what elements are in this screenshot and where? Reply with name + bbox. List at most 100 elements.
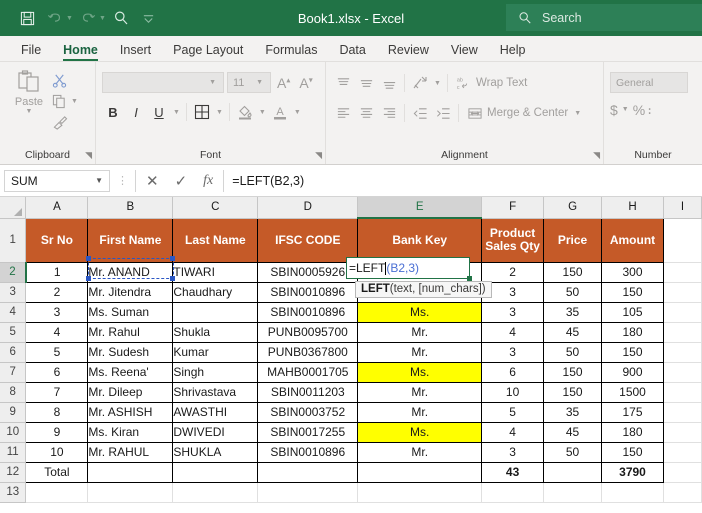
cell-e9[interactable]: Mr. <box>357 402 483 423</box>
tab-review[interactable]: Review <box>377 41 440 61</box>
align-center-button[interactable] <box>355 102 377 124</box>
tab-insert[interactable]: Insert <box>109 41 162 61</box>
header-cell-ifsc-code[interactable]: IFSC CODE <box>257 218 359 263</box>
header-cell-bank-key[interactable]: Bank Key <box>357 218 483 263</box>
cell-f12-total-qty[interactable]: 43 <box>481 462 545 483</box>
cell-e13[interactable] <box>357 482 483 503</box>
font-dialog-launcher-icon[interactable]: ◥ <box>315 150 322 161</box>
cell-b10[interactable]: Ms. Kiran <box>87 422 174 443</box>
enter-formula-button[interactable]: ✓ <box>175 172 188 190</box>
row-header-11[interactable]: 11 <box>0 442 27 463</box>
cell-b4[interactable]: Ms. Suman <box>87 302 174 323</box>
cell-a5[interactable]: 4 <box>25 322 89 343</box>
cell-g11[interactable]: 50 <box>543 442 603 463</box>
bold-button[interactable]: B <box>102 101 124 123</box>
align-top-button[interactable] <box>332 72 354 94</box>
cell-b8[interactable]: Mr. Dileep <box>87 382 174 403</box>
cell-b2[interactable]: Mr. ANAND <box>87 262 174 283</box>
cell-f8[interactable]: 10 <box>481 382 545 403</box>
cell-i9[interactable] <box>663 402 702 423</box>
cell-d13[interactable] <box>257 482 359 503</box>
cell-e5[interactable]: Mr. <box>357 322 483 343</box>
copy-dropdown-icon[interactable]: ▼ <box>69 98 80 105</box>
cell-d11[interactable]: SBIN0010896 <box>257 442 359 463</box>
currency-dropdown-icon[interactable]: ▼ <box>620 106 631 113</box>
row-header-7[interactable]: 7 <box>0 362 27 383</box>
row-header-5[interactable]: 5 <box>0 322 27 343</box>
paste-dropdown-icon[interactable]: ▼ <box>24 108 35 115</box>
cell-b6[interactable]: Mr. Sudesh <box>87 342 174 363</box>
reference-handle-bottom-right[interactable] <box>170 276 175 281</box>
orientation-button[interactable] <box>409 72 431 94</box>
cell-b9[interactable]: Mr. ASHISH <box>87 402 174 423</box>
fill-color-button[interactable] <box>234 101 256 123</box>
cell-e6[interactable]: Mr. <box>357 342 483 363</box>
column-header-f[interactable]: F <box>481 197 545 219</box>
format-painter-button[interactable] <box>52 112 80 132</box>
header-cell-sr-no[interactable]: Sr No <box>25 218 89 263</box>
cell-h9[interactable]: 175 <box>601 402 664 423</box>
cell-g8[interactable]: 150 <box>543 382 603 403</box>
cell-g12[interactable] <box>543 462 603 483</box>
align-left-button[interactable] <box>332 102 354 124</box>
active-cell-editor[interactable]: =LEFT (B2,3) <box>346 257 470 279</box>
cell-d6[interactable]: PUNB0367800 <box>257 342 359 363</box>
cell-h13[interactable] <box>601 482 664 503</box>
cell-c9[interactable]: AWASTHI <box>172 402 259 423</box>
cell-b11[interactable]: Mr. RAHUL <box>87 442 174 463</box>
increase-indent-button[interactable] <box>432 102 454 124</box>
header-cell-first-name[interactable]: First Name <box>87 218 174 263</box>
name-box-dropdown-icon[interactable]: ▼ <box>95 176 103 185</box>
row-header-12[interactable]: 12 <box>0 462 27 483</box>
cell-a6[interactable]: 5 <box>25 342 89 363</box>
paste-button[interactable]: Paste ▼ <box>6 66 52 115</box>
column-header-h[interactable]: H <box>601 197 664 219</box>
row-header-10[interactable]: 10 <box>0 422 27 443</box>
borders-button[interactable] <box>191 101 213 123</box>
font-size-input[interactable]: 11 ▼ <box>227 72 271 93</box>
header-cell-product-sales-qty[interactable]: Product Sales Qty <box>481 218 545 263</box>
cell-e8[interactable]: Mr. <box>357 382 483 403</box>
font-size-dropdown-icon[interactable]: ▼ <box>254 79 265 86</box>
cell-a4[interactable]: 3 <box>25 302 89 323</box>
cell-c7[interactable]: Singh <box>172 362 259 383</box>
cell-h5[interactable]: 180 <box>601 322 664 343</box>
reference-handle-bottom-left[interactable] <box>86 276 91 281</box>
orientation-dropdown-icon[interactable]: ▼ <box>432 80 443 87</box>
cell-f7[interactable]: 6 <box>481 362 545 383</box>
merge-center-dropdown-icon[interactable]: ▼ <box>572 110 583 117</box>
cell-g3[interactable]: 50 <box>543 282 603 303</box>
column-header-g[interactable]: G <box>543 197 603 219</box>
font-color-dropdown-icon[interactable]: ▼ <box>292 109 303 116</box>
cell-g5[interactable]: 45 <box>543 322 603 343</box>
cell-d5[interactable]: PUNB0095700 <box>257 322 359 343</box>
cell-g10[interactable]: 45 <box>543 422 603 443</box>
cell-d7[interactable]: MAHB0001705 <box>257 362 359 383</box>
reference-handle-top-right[interactable] <box>170 256 175 261</box>
currency-format-button[interactable]: $ <box>610 102 618 118</box>
cell-c3[interactable]: Chaudhary <box>172 282 259 303</box>
cell-c8[interactable]: Shrivastava <box>172 382 259 403</box>
cell-a2[interactable]: 1 <box>25 262 89 283</box>
cell-f11[interactable]: 3 <box>481 442 545 463</box>
formula-bar-grip[interactable]: ⋮ <box>110 174 135 187</box>
align-middle-button[interactable] <box>355 72 377 94</box>
align-bottom-button[interactable] <box>378 72 400 94</box>
cell-g7[interactable]: 150 <box>543 362 603 383</box>
redo-icon[interactable] <box>75 5 101 31</box>
cell-d12[interactable] <box>257 462 359 483</box>
copy-button[interactable]: ▼ <box>52 91 80 111</box>
cell-a8[interactable]: 7 <box>25 382 89 403</box>
comma-format-button[interactable]: ։ <box>647 101 652 118</box>
tab-help[interactable]: Help <box>489 41 537 61</box>
row-header-2[interactable]: 2 <box>0 262 27 283</box>
align-right-button[interactable] <box>378 102 400 124</box>
tab-file[interactable]: File <box>10 41 52 61</box>
cell-i5[interactable] <box>663 322 702 343</box>
column-header-e[interactable]: E <box>357 197 483 219</box>
cell-e4[interactable]: Ms. <box>357 302 483 323</box>
undo-icon[interactable] <box>42 5 68 31</box>
italic-button[interactable]: I <box>125 101 147 123</box>
clipboard-dialog-launcher-icon[interactable]: ◥ <box>85 150 92 161</box>
cell-f2[interactable]: 2 <box>481 262 545 283</box>
